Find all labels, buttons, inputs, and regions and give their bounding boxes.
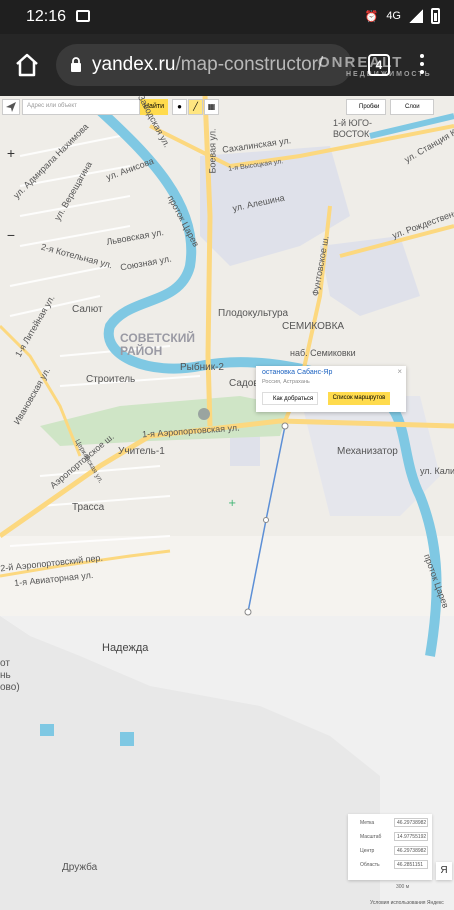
place-label: от (0, 658, 10, 669)
locate-icon[interactable] (2, 99, 20, 115)
zoom-in-button[interactable]: + (2, 144, 20, 162)
district-label: СОВЕТСКИЙ РАЙОН (120, 331, 195, 358)
polygon-tool-icon[interactable]: ▦ (204, 99, 219, 115)
place-label: ово) (0, 682, 20, 693)
browser-toolbar: yandex.ru/map-constructor/ 4 ONREALT НЕДВ… (0, 34, 454, 96)
info-row: Метка 46.29738982 (360, 818, 428, 827)
address-bar[interactable]: yandex.ru/map-constructor/ (56, 44, 352, 86)
info-value-field[interactable]: 14.97755192 (394, 832, 428, 841)
place-label: 1-й ЮГО- (333, 118, 372, 128)
place-label: СЕМИКОВКА (282, 321, 345, 332)
place-label: нь (0, 670, 11, 681)
place-label: Плодокультура (218, 308, 289, 319)
placemark-tool-icon[interactable]: ● (172, 99, 187, 115)
place-label: Строитель (86, 374, 136, 385)
map-info-panel: Метка 46.29738982 Масштаб 14.97755192 Цент… (348, 814, 432, 880)
url-path: /map-constructor/ (175, 54, 324, 75)
scale-bar: 300 м (396, 884, 410, 890)
map-base: + (0, 96, 454, 910)
info-row: Центр 46.29738982 (360, 846, 428, 855)
place-label: Трасса (72, 502, 105, 513)
battery-icon (431, 8, 440, 24)
place-label: Надежда (102, 642, 149, 654)
routes-list-button[interactable]: Список маршрутов (328, 392, 390, 405)
alarm-icon: ⏰ (364, 10, 379, 23)
place-label: Рыбник-2 (180, 362, 224, 373)
place-label: Дружба (62, 862, 98, 873)
watermark: ONREALT НЕДВИЖИМОСТЬ (318, 54, 432, 78)
info-row: Область 46.2851151 (352, 860, 432, 870)
place-label: ВОСТОК (333, 129, 370, 139)
terms-link[interactable]: Условия использования Яндекс (370, 900, 444, 906)
map-toolbar: Адрес или объект Найти ● ╱ ▦ Пробки Слои (0, 96, 454, 118)
zoom-out-button[interactable]: − (2, 226, 20, 244)
terms-text: Условия использования (370, 900, 426, 906)
traffic-button[interactable]: Пробки (346, 99, 386, 115)
network-type: 4G (386, 10, 401, 22)
popup-subtitle: Россия, Астрахань (262, 379, 310, 385)
street-label: ул. Калинина (420, 466, 454, 476)
info-row: Масштаб 14.97755192 (360, 832, 428, 841)
lock-icon (71, 57, 81, 72)
stop-popup: остановка Сабанс-Яр Россия, Астрахань × … (256, 366, 406, 412)
street-label: наб. Семиковки (290, 348, 356, 358)
yandex-logo-icon[interactable]: Я (436, 862, 452, 880)
search-input[interactable]: Адрес или объект (22, 99, 140, 115)
status-time: 12:16 (26, 8, 67, 25)
layers-button[interactable]: Слои (390, 99, 434, 115)
place-label: Механизатор (337, 446, 398, 457)
home-icon[interactable] (12, 50, 42, 80)
street-label: Боевая ул. (207, 128, 218, 174)
url-domain: yandex.ru (92, 54, 176, 75)
how-to-get-button[interactable]: Как добраться (262, 392, 318, 405)
svg-text:+: + (228, 498, 236, 509)
line-tool-icon[interactable]: ╱ (188, 99, 203, 115)
place-label: Учитель-1 (118, 446, 165, 457)
popup-title[interactable]: остановка Сабанс-Яр (262, 369, 332, 376)
status-bar: 12:16 ⏰ 4G (0, 0, 454, 34)
place-label: Садов (229, 378, 259, 389)
url-text[interactable]: yandex.ru/map-constructor/ (92, 54, 323, 76)
info-value-field[interactable]: 46.2851151 (394, 860, 428, 869)
info-value-field[interactable]: 46.29738982 (394, 818, 428, 827)
yandex-wordmark: Яндекс (426, 900, 444, 906)
gallery-icon (76, 10, 90, 22)
watermark-brand: ONREALT (318, 54, 404, 71)
signal-icon (409, 9, 423, 23)
info-value-field[interactable]: 46.29738982 (394, 846, 428, 855)
map-canvas[interactable]: + Адрес или объект Найти ● ╱ ▦ Пробки Сл… (0, 96, 454, 910)
close-icon[interactable]: × (397, 367, 402, 376)
place-label: Салют (72, 304, 103, 315)
watermark-tagline: НЕДВИЖИМОСТЬ (346, 71, 432, 78)
